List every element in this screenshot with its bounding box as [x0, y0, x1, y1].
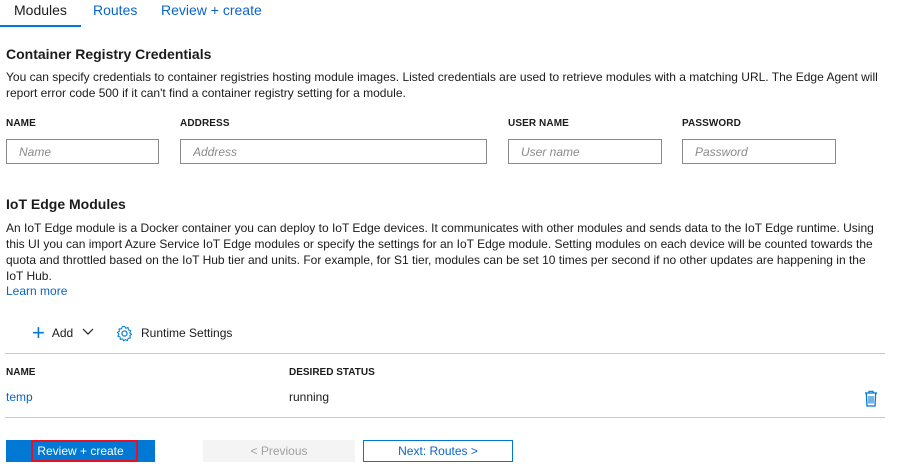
module-name-link[interactable]: temp [6, 390, 33, 404]
trash-icon[interactable] [864, 390, 878, 407]
learn-more-link[interactable]: Learn more [6, 284, 67, 298]
runtime-settings-label: Runtime Settings [141, 326, 233, 340]
table-top-divider [5, 353, 885, 354]
registry-name-label: NAME [6, 118, 36, 129]
plus-icon: + [32, 320, 45, 345]
tab-review-create[interactable]: Review + create [161, 2, 262, 18]
registry-password-label: PASSWORD [682, 118, 741, 129]
active-tab-indicator [0, 25, 81, 27]
focus-highlight [31, 440, 138, 462]
table-header-status: DESIRED STATUS [289, 367, 375, 378]
previous-button[interactable]: < Previous [203, 440, 355, 462]
review-create-button[interactable]: Review + create [6, 440, 155, 462]
tab-bar: Modules Routes Review + create [0, 0, 898, 28]
registry-name-input[interactable] [6, 139, 159, 164]
add-label: Add [51, 326, 74, 340]
registry-section-title: Container Registry Credentials [6, 46, 212, 62]
registry-password-input[interactable] [682, 139, 836, 164]
table-bottom-divider [5, 417, 885, 418]
chevron-down-icon [82, 327, 94, 339]
registry-address-input[interactable] [180, 139, 487, 164]
modules-description: An IoT Edge module is a Docker container… [6, 221, 874, 283]
registry-username-label: USER NAME [508, 118, 569, 129]
registry-description: You can specify credentials to container… [6, 70, 878, 100]
tab-routes[interactable]: Routes [93, 2, 137, 18]
add-module-button[interactable]: + Add [32, 320, 94, 345]
registry-username-input[interactable] [508, 139, 662, 164]
tab-modules[interactable]: Modules [14, 2, 67, 18]
registry-address-label: ADDRESS [180, 118, 230, 129]
runtime-settings-button[interactable]: Runtime Settings [116, 323, 232, 343]
module-status: running [289, 390, 330, 404]
modules-section-title: IoT Edge Modules [6, 196, 126, 212]
table-header-name: NAME [6, 367, 36, 378]
next-routes-button[interactable]: Next: Routes > [363, 440, 513, 462]
gear-icon [116, 325, 133, 342]
